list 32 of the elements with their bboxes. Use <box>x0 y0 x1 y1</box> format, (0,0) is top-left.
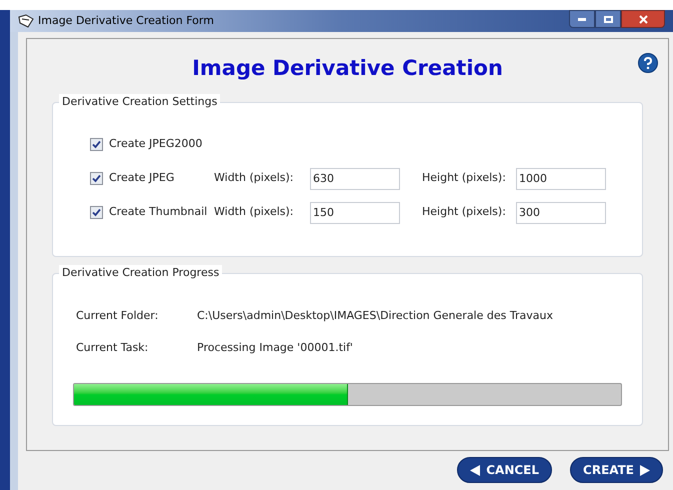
checkbox[interactable] <box>90 206 103 219</box>
info-label: Current Task: <box>76 340 150 356</box>
checkbox-label: Create JPEG <box>109 170 176 186</box>
field-label: Width (pixels): <box>214 170 295 186</box>
close-button[interactable] <box>621 10 665 28</box>
create-button[interactable]: CREATE <box>570 457 663 483</box>
checkbox[interactable] <box>90 138 103 151</box>
field-label: Width (pixels): <box>214 204 295 220</box>
minimize-button[interactable] <box>569 10 595 28</box>
width-field[interactable]: 630 <box>310 168 400 190</box>
checkbox-label: Create JPEG2000 <box>109 136 204 152</box>
help-icon[interactable] <box>638 53 658 73</box>
checkbox[interactable] <box>90 172 103 185</box>
field-label: Height (pixels): <box>422 204 507 220</box>
info-value: Processing Image '00001.tif' <box>197 340 353 356</box>
field-label: Height (pixels): <box>422 170 507 186</box>
left-arrow-icon <box>470 464 480 476</box>
group-label: Derivative Creation Progress <box>59 264 222 281</box>
info-value: C:\Users\admin\Desktop\IMAGES\Direction Generale des Travaux <box>197 308 553 324</box>
form-heading: Image Derivative Creation <box>192 55 503 82</box>
group-label: Derivative Creation Settings <box>59 94 220 110</box>
maximize-button[interactable] <box>595 10 621 28</box>
checkbox-label: Create Thumbnail <box>109 204 208 220</box>
height-field[interactable]: 300 <box>516 202 606 224</box>
height-field[interactable]: 1000 <box>516 168 606 190</box>
right-arrow-icon <box>640 464 650 476</box>
cancel-button[interactable]: CANCEL <box>457 457 552 483</box>
window-title: Image Derivative Creation Form <box>38 12 214 29</box>
info-label: Current Folder: <box>76 308 160 324</box>
width-field[interactable]: 150 <box>310 202 400 224</box>
close-icon <box>638 14 648 24</box>
app-icon <box>18 14 34 28</box>
